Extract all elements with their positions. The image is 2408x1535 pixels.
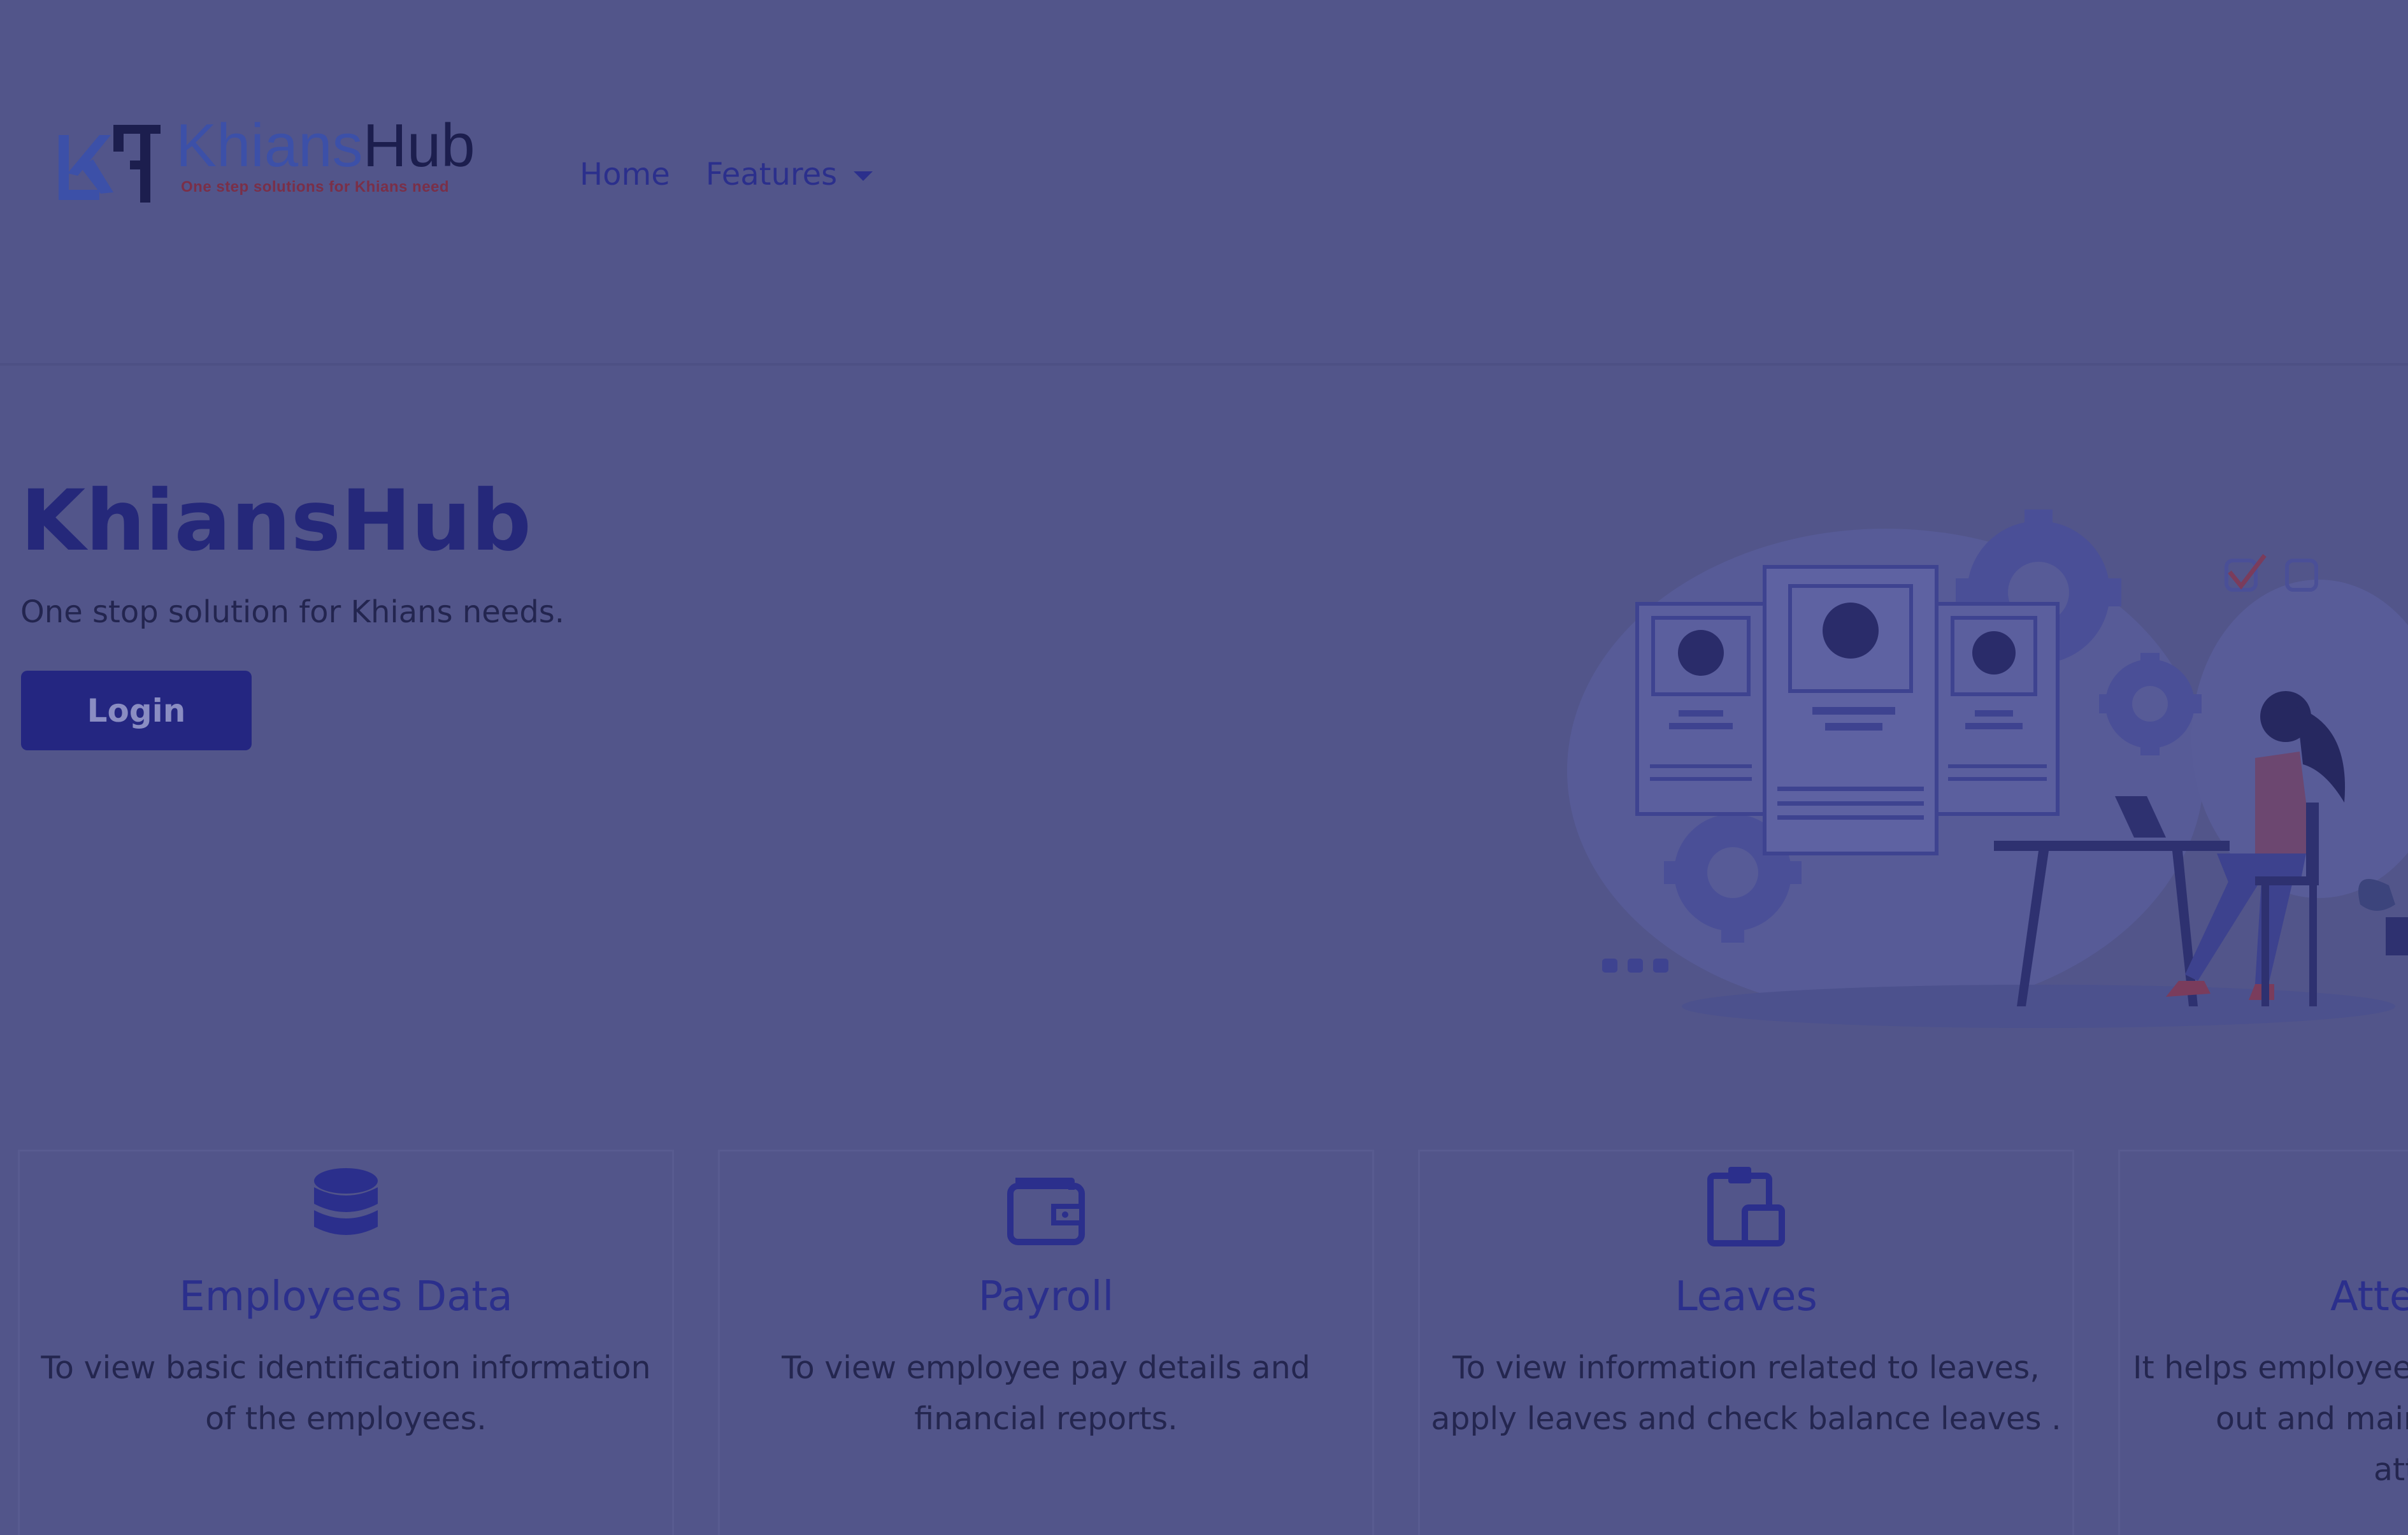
main-nav: Home Features	[580, 157, 873, 192]
card-title: Leaves	[1675, 1273, 1817, 1320]
database-icon	[314, 1168, 378, 1235]
hero-subtitle: One stop solution for Khians needs.	[20, 594, 565, 630]
brand-wordmark: KhiansHub	[176, 111, 475, 181]
checkbox-checked-icon	[2225, 553, 2267, 592]
login-button[interactable]: Login	[21, 671, 252, 750]
card-title: Payroll	[978, 1273, 1114, 1320]
card-description: To view employee pay details and financi…	[782, 1350, 1310, 1437]
plant	[2358, 879, 2408, 955]
card-desc-line: atte	[2374, 1452, 2408, 1488]
card-title: Employees Data	[179, 1273, 513, 1320]
card-payroll[interactable]: Payroll To view employee pay details and…	[718, 1150, 1374, 1535]
card-description: To view information related to leaves, a…	[1431, 1350, 2061, 1437]
clipboard-icon	[1707, 1167, 1785, 1246]
card-desc-line: out and main	[2216, 1401, 2408, 1437]
wallet-icon	[1007, 1178, 1085, 1245]
card-leaves[interactable]: Leaves To view information related to le…	[1418, 1150, 2074, 1535]
card-attendance[interactable]: Atte It helps employees out and main att…	[2118, 1150, 2408, 1535]
card-employees-data[interactable]: Employees Data To view basic identificat…	[18, 1150, 674, 1535]
nav-home-link[interactable]: Home	[580, 157, 670, 192]
card-title: Atte	[2330, 1273, 2408, 1320]
card-description: It helps employees out and main atte	[2133, 1343, 2408, 1496]
hr-profiles-illustration	[1567, 510, 2408, 1028]
brand-word-part2: Hub	[362, 111, 475, 180]
brand-logo[interactable]: KhiansHub One step solutions for Khians …	[55, 111, 501, 211]
ellipsis-dots	[1602, 959, 1668, 973]
nav-features-label[interactable]: Features	[706, 157, 837, 192]
brand-tagline: One step solutions for Khians need	[181, 178, 450, 196]
hero-title: KhiansHub	[20, 472, 532, 570]
brand-word-part1: Khians	[176, 111, 363, 180]
illustration-floor	[1682, 985, 2395, 1028]
caret-down-icon[interactable]	[854, 171, 873, 181]
feature-cards: Employees Data To view basic identificat…	[0, 1150, 2408, 1535]
brand-logo-mark	[59, 125, 161, 203]
card-description: To view basic identification information…	[41, 1350, 651, 1437]
navbar: KhiansHub One step solutions for Khians …	[0, 0, 2408, 366]
nav-features-dropdown[interactable]: Features	[706, 157, 873, 192]
card-desc-line: It helps employees	[2133, 1350, 2408, 1386]
